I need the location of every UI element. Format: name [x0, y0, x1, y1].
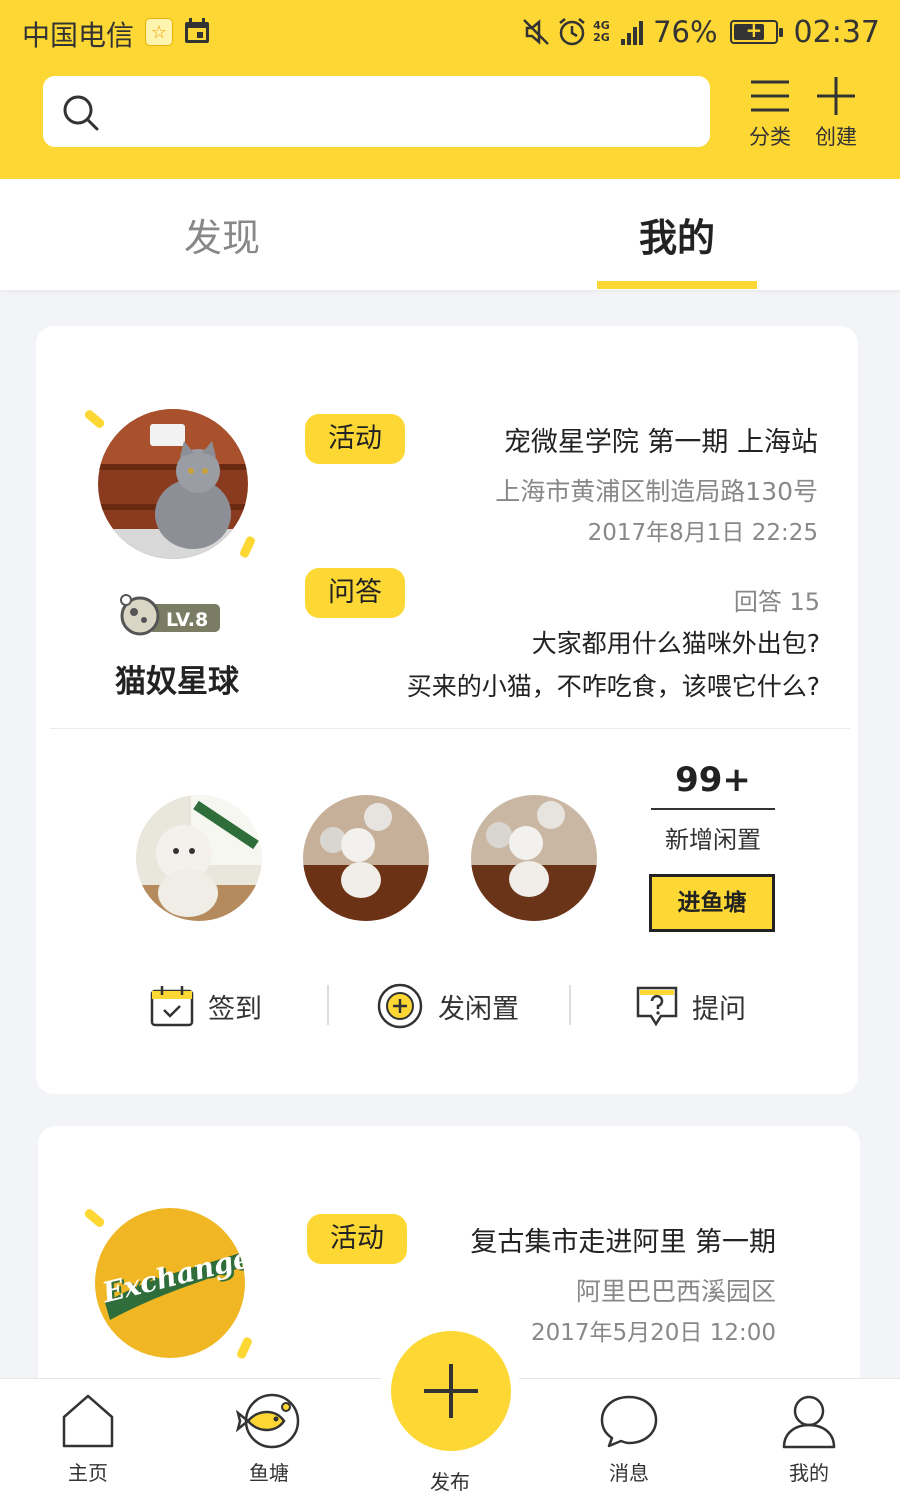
qa-tag: 问答 [305, 568, 405, 618]
count-underline [651, 808, 775, 810]
nav-pond[interactable]: 鱼塘 [219, 1393, 319, 1486]
header: 中国电信 ☆ 4G 2G 76% + 02:37 分类 创建 [0, 0, 900, 179]
ask-label: 提问 [692, 993, 746, 1025]
activity-tag: 活动 [305, 414, 405, 464]
battery-percent: 76% [653, 15, 718, 49]
activity-tag: 活动 [307, 1214, 407, 1264]
nav-mine-label: 我的 [789, 1461, 829, 1485]
pond-name[interactable]: 猫奴星球 [102, 656, 252, 701]
user-icon [782, 1395, 836, 1449]
nav-pond-label: 鱼塘 [249, 1461, 289, 1485]
category-button[interactable]: 分类 [740, 76, 800, 156]
checkin-label: 签到 [208, 993, 262, 1025]
question-item[interactable]: 大家都用什么猫咪外出包? [532, 624, 820, 660]
alarm-icon [559, 18, 585, 46]
signal-icon [621, 21, 644, 45]
checkin-button[interactable]: 签到 [150, 983, 262, 1029]
nav-mine[interactable]: 我的 [759, 1393, 859, 1486]
activity-address: 上海市黄浦区制造局路130号 [495, 477, 818, 506]
plus-icon [817, 77, 855, 115]
kittens-photo [471, 795, 597, 921]
action-separator [569, 985, 571, 1025]
ask-question-button[interactable]: 提问 [636, 983, 746, 1029]
calendar-check-icon [150, 986, 194, 1027]
new-items-label: 新增闲置 [665, 826, 761, 854]
cat-photo [98, 409, 248, 559]
question-bubble-icon [636, 986, 678, 1027]
action-separator [327, 985, 329, 1025]
pond-avatar[interactable] [98, 409, 248, 559]
answer-count: 回答 15 [733, 588, 820, 616]
home-icon [62, 1394, 114, 1448]
post-idle-label: 发闲置 [438, 993, 519, 1025]
chat-bubble-icon [600, 1395, 658, 1448]
nav-messages[interactable]: 消息 [579, 1393, 679, 1486]
tab-mine[interactable]: 我的 [587, 207, 767, 262]
carrier-badge-icon: ☆ [145, 18, 173, 46]
menu-icon [751, 80, 789, 112]
nav-home[interactable]: 主页 [38, 1393, 138, 1486]
nav-publish-label: 发布 [430, 1470, 470, 1494]
status-bar: 中国电信 ☆ 4G 2G 76% + 02:37 [0, 0, 900, 64]
question-item[interactable]: 买来的小猫，不咋吃食，该喂它什么? [407, 667, 820, 703]
item-thumbnail[interactable] [136, 795, 262, 921]
status-icons: 4G 2G 76% + 02:37 [521, 12, 880, 52]
post-idle-button[interactable]: 发闲置 [376, 983, 519, 1029]
item-thumbnail[interactable] [471, 795, 597, 921]
search-icon [63, 95, 99, 131]
plus-icon [424, 1364, 478, 1418]
item-thumbnail[interactable] [303, 795, 429, 921]
activity-address: 阿里巴巴西溪园区 [575, 1277, 776, 1306]
nav-home-label: 主页 [68, 1461, 108, 1485]
publish-button[interactable] [391, 1331, 511, 1451]
charging-icon: + [745, 18, 763, 42]
plus-circle-icon [377, 983, 423, 1029]
battery-icon: + [729, 18, 783, 44]
activity-datetime: 2017年8月1日 22:25 [587, 520, 818, 546]
tab-discover[interactable]: 发现 [132, 207, 312, 262]
pond-fish-icon [236, 1393, 300, 1449]
carrier-name: 中国电信 [22, 19, 135, 52]
search-bar[interactable] [43, 76, 710, 147]
kitten-photo [136, 795, 262, 921]
create-label: 创建 [815, 125, 857, 149]
activity-title[interactable]: 复古集市走进阿里 第一期 [470, 1220, 776, 1259]
kittens-photo [303, 795, 429, 921]
create-button[interactable]: 创建 [806, 76, 866, 156]
activity-title[interactable]: 宠微星学院 第一期 上海站 [504, 420, 818, 459]
new-items-count: 99+ [675, 760, 751, 800]
category-label: 分类 [749, 125, 791, 149]
level-text: LV.8 [166, 609, 209, 631]
search-input[interactable] [121, 86, 691, 136]
enter-pond-button[interactable]: 进鱼塘 [649, 874, 775, 932]
mute-icon [523, 19, 549, 45]
nav-messages-label: 消息 [609, 1461, 649, 1485]
tab-bar: 发现 我的 [0, 179, 900, 290]
network-type: 4G 2G [593, 19, 610, 44]
activity-datetime: 2017年5月20日 12:00 [530, 1320, 776, 1346]
calendar-notification-icon [185, 18, 209, 43]
active-tab-indicator [597, 281, 757, 289]
pond-avatar[interactable]: Exchange [95, 1208, 245, 1358]
divider [50, 728, 850, 729]
clock: 02:37 [793, 14, 880, 50]
